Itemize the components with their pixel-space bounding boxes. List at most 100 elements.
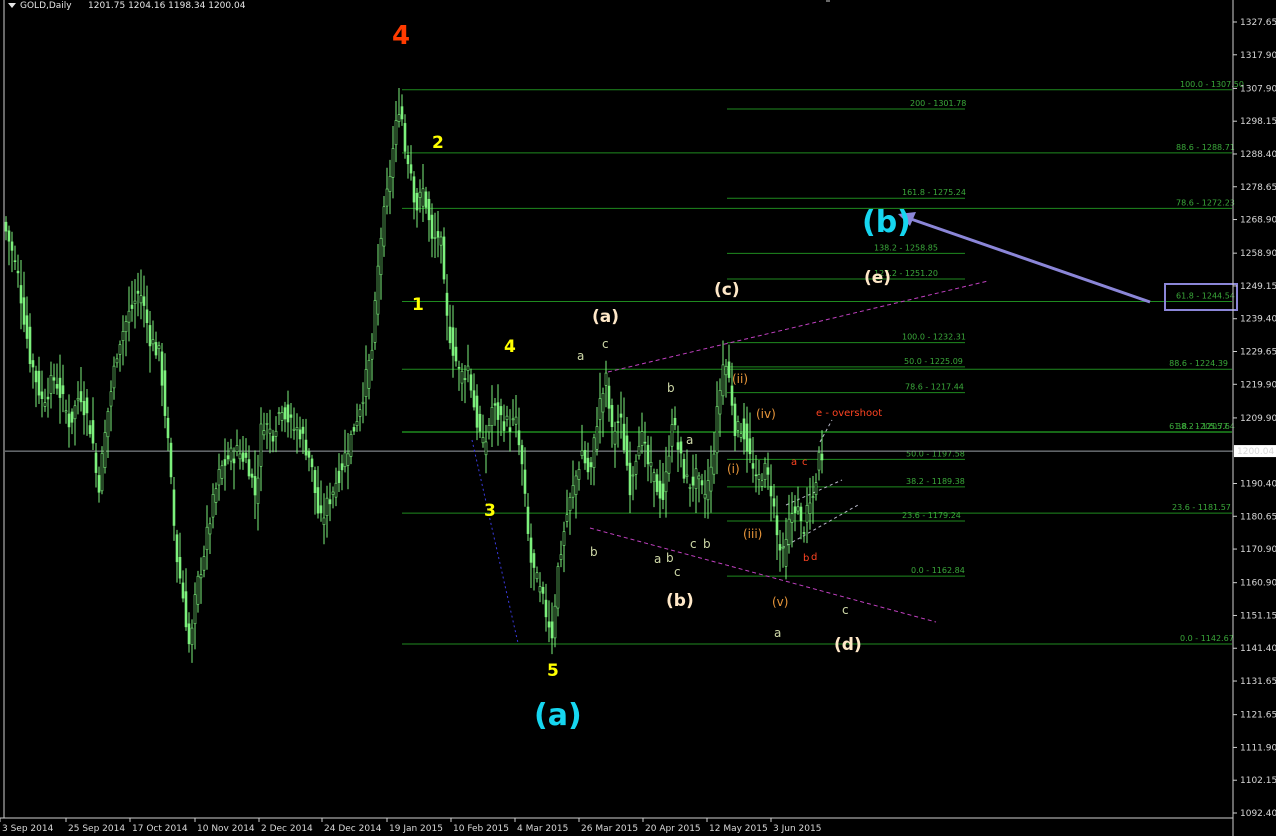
wave-label: (d) (834, 635, 862, 655)
y-tick-label: 1160.90 (1240, 579, 1276, 589)
candle-body (97, 475, 101, 493)
wave-label: c (690, 537, 697, 551)
wave-label: (a) (592, 307, 619, 327)
candle-body (73, 405, 77, 420)
candle-body (286, 404, 290, 423)
candle-body (229, 447, 233, 462)
candle-body (592, 437, 596, 468)
candle-body (82, 400, 86, 416)
candle-body (784, 539, 788, 567)
candle-body (37, 370, 41, 396)
candle-body (622, 423, 626, 451)
candle-body (739, 433, 743, 438)
candle-body (775, 515, 779, 536)
x-tick-label: 3 Sep 2014 (2, 824, 54, 834)
price-chart: 100.0 - 1307.50 200 - 1301.78 88.6 - 1288.… (0, 0, 1276, 836)
candle-body (400, 106, 404, 120)
candle-body (607, 385, 611, 409)
candle-body (646, 444, 650, 465)
x-tick-label: 20 Apr 2015 (645, 824, 701, 834)
candle-body (52, 377, 56, 381)
candle-body (244, 452, 248, 458)
fib-level-label: 0.0 - 1162.84 (911, 566, 965, 575)
y-tick-label: 1288.40 (1240, 150, 1276, 160)
candle-body (133, 300, 137, 304)
wave-label: b (590, 545, 598, 559)
candle-body (817, 451, 821, 471)
candle-body (685, 474, 689, 477)
candle-body (151, 339, 155, 345)
candle-body (298, 429, 302, 440)
candle-body (139, 295, 143, 304)
candle-body (658, 480, 662, 499)
y-tick-label: 1121.65 (1240, 711, 1276, 721)
candle-body (514, 416, 518, 425)
candle-body (724, 366, 728, 376)
candle-body (550, 621, 554, 639)
candle-body (532, 553, 536, 568)
candle-body (616, 421, 620, 423)
candle-body (640, 431, 644, 446)
y-tick-label: 1298.15 (1240, 117, 1276, 127)
candle-body (88, 425, 92, 435)
candle-body (262, 430, 266, 436)
candle-body (688, 486, 692, 489)
candle-body (274, 430, 278, 437)
candle-body (664, 471, 668, 493)
candle-body (136, 290, 140, 294)
x-tick-label: 19 Jan 2015 (389, 824, 443, 834)
y-tick-label: 1327.65 (1240, 18, 1276, 28)
y-tick-label: 1229.65 (1240, 348, 1276, 358)
candle-body (577, 469, 581, 480)
candle-body (163, 370, 167, 416)
candle-body (412, 176, 416, 203)
candle-body (529, 537, 533, 563)
candle-body (490, 406, 494, 426)
candle-body (568, 497, 572, 512)
candle-body (352, 427, 356, 432)
candle-body (289, 414, 293, 418)
wave-label: (v) (772, 595, 788, 609)
candle-body (316, 487, 320, 514)
candle-body (613, 430, 617, 445)
wave-label: c (602, 337, 609, 351)
candle-body (253, 476, 257, 496)
candle-body (196, 575, 200, 605)
candle-body (457, 366, 461, 369)
candle-body (742, 418, 746, 440)
candle-body (31, 360, 35, 368)
wave-label: 2 (432, 133, 444, 153)
candle-body (382, 206, 386, 247)
candle-body (304, 439, 308, 456)
chart-background (0, 0, 1276, 836)
candle-body (94, 452, 98, 473)
candle-body (295, 427, 299, 431)
candle-body (184, 591, 188, 628)
candle-body (454, 346, 458, 362)
candle-body (499, 406, 503, 416)
candle-body (535, 572, 539, 580)
candle-body (730, 385, 734, 406)
candle-body (238, 453, 242, 460)
candle-body (157, 345, 161, 350)
candle-body (814, 482, 818, 496)
candle-body (409, 164, 413, 174)
wave-label: b (803, 553, 809, 564)
candle-body (76, 397, 80, 401)
candle-body (610, 405, 614, 428)
wave-label: a (686, 433, 693, 447)
candle-body (13, 260, 17, 262)
y-tick-label: 1102.15 (1240, 776, 1276, 786)
candle-body (367, 360, 371, 389)
candle-body (715, 406, 719, 454)
candle-body (130, 304, 134, 309)
candle-body (145, 309, 149, 324)
fib-level-label: 61.8 - 1244.54 (1176, 291, 1235, 300)
wave-label: d (811, 552, 817, 563)
candle-body (256, 477, 260, 504)
wave-label: (e) (864, 268, 891, 288)
y-tick-label: 1209.90 (1240, 414, 1276, 424)
candle-body (460, 371, 464, 384)
candle-body (661, 483, 665, 500)
y-tick-label: 1268.90 (1240, 216, 1276, 226)
